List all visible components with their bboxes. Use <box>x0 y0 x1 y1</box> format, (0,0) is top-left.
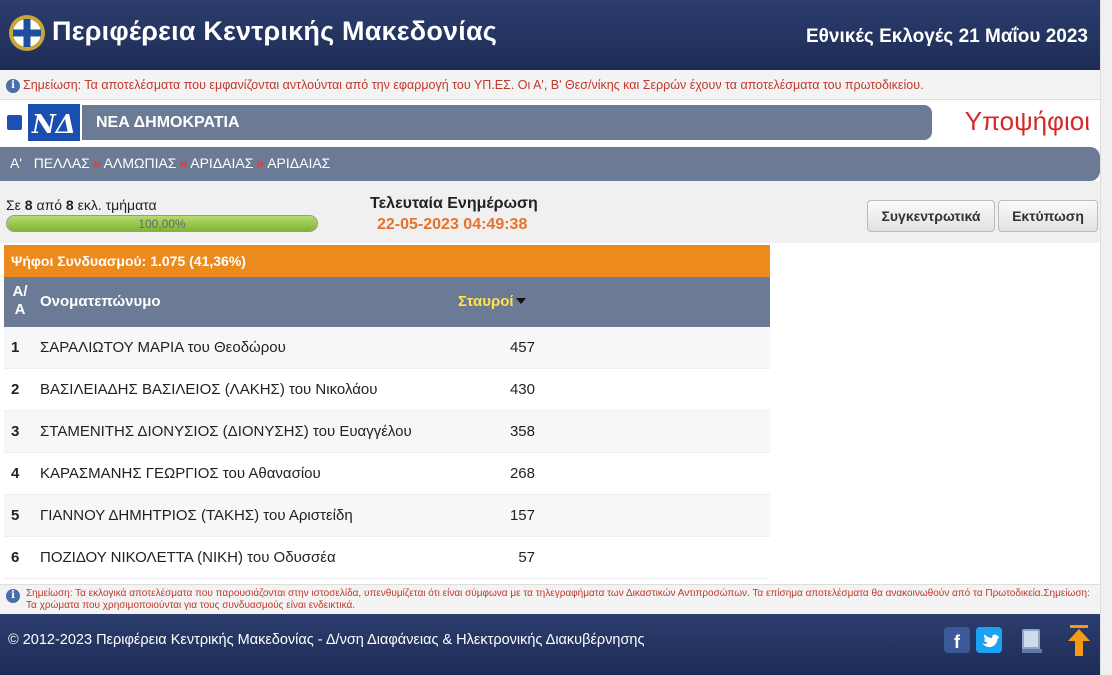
breadcrumb-separator: » <box>256 155 265 171</box>
candidate-votes: 57 <box>518 549 535 566</box>
table-row: 2 ΒΑΣΙΛΕΙΑΔΗΣ ΒΑΣΙΛΕΙΟΣ (ΛΑΚΗΣ) του Νικολ… <box>4 369 770 411</box>
table-row: 1 ΣΑΡΑΛΙΩΤΟΥ ΜΑΡΙΑ του Θεοδώρου 457 <box>4 327 770 369</box>
party-votes-summary: Ψήφοι Συνδυασμού: 1.075 (41,36%) <box>4 245 770 277</box>
top-notice-text: Σημείωση: Τα αποτελέσματα που εμφανίζοντ… <box>23 78 924 92</box>
precincts-counter: Σε 8 από 8 εκλ. τμήματα <box>6 197 157 213</box>
breadcrumb: Α' ΠΕΛΛΑΣ» ΑΛΜΩΠΙΑΣ» ΑΡΙΔΑΙΑΣ» ΑΡΙΔΑΙΑΣ <box>0 147 1100 181</box>
progress-label: 100,00% <box>138 217 186 231</box>
candidate-rank: 1 <box>11 339 20 356</box>
table-row: 6 ΠΟΖΙΔΟΥ ΝΙΚΟΛΕΤΤΑ (ΝΙΚΗ) του Οδυσσέα 57 <box>4 537 770 579</box>
candidate-name: ΒΑΣΙΛΕΙΑΔΗΣ ΒΑΣΙΛΕΙΟΣ (ΛΑΚΗΣ) του Νικολά… <box>40 381 378 398</box>
party-name: ΝΕΑ ΔΗΜΟΚΡΑΤΙΑ <box>96 114 240 131</box>
top-notice: i Σημείωση: Τα αποτελέσματα που εμφανίζον… <box>0 70 1100 100</box>
candidate-rank: 4 <box>11 465 20 482</box>
site-title[interactable]: Περιφέρεια Κεντρικής Μακεδονίας <box>52 16 497 47</box>
last-update-label: Τελευταία Ενημέρωση <box>370 195 538 212</box>
candidate-votes: 457 <box>509 339 535 356</box>
candidate-name: ΣΤΑΜΕΝΙΤΗΣ ΔΙΟΝΥΣΙΟΣ (ΔΙΟΝΥΣΗΣ) του Ευαγ… <box>40 423 412 440</box>
site-header: Περιφέρεια Κεντρικής Μακεδονίας Εθνικές … <box>0 0 1100 70</box>
progress-bar: 100,00% <box>6 215 318 232</box>
candidate-rank: 2 <box>11 381 20 398</box>
breadcrumb-separator: » <box>179 155 188 171</box>
candidate-name: ΚΑΡΑΣΜΑΝΗΣ ΓΕΩΡΓΙΟΣ του Αθανασίου <box>40 465 321 482</box>
party-name-bar: ΝΕΑ ΔΗΜΟΚΡΑΤΙΑ <box>82 105 932 140</box>
candidate-rank: 3 <box>11 423 20 440</box>
table-row: 4 ΚΑΡΑΣΜΑΝΗΣ ΓΕΩΡΓΙΟΣ του Αθανασίου 268 <box>4 453 770 495</box>
table-row: 5 ΓΙΑΝΝΟΥ ΔΗΜΗΤΡΙΟΣ (ΤΑΚΗΣ) του Αριστείδη… <box>4 495 770 537</box>
facebook-icon[interactable]: f <box>944 627 970 653</box>
last-update-time: 22-05-2023 04:49:38 <box>377 216 528 233</box>
info-icon: i <box>6 78 20 93</box>
breadcrumb-item[interactable]: ΑΡΙΔΑΙΑΣ <box>267 155 330 171</box>
twitter-icon[interactable] <box>976 627 1002 653</box>
candidate-name: ΠΟΖΙΔΟΥ ΝΙΚΟΛΕΤΤΑ (ΝΙΚΗ) του Οδυσσέα <box>40 549 336 566</box>
breadcrumb-item[interactable]: ΑΛΜΩΠΙΑΣ <box>104 155 177 171</box>
column-header-name: Ονοματεπώνυμο <box>40 293 161 310</box>
status-row: Σε 8 από 8 εκλ. τμήματα 100,00% Τελευταί… <box>0 181 1100 243</box>
book-icon[interactable] <box>1020 627 1044 655</box>
party-row: ΝΔ ΝΕΑ ΔΗΜΟΚΡΑΤΙΑ Υποψήφιοι <box>0 100 1100 146</box>
candidates-title: Υποψήφιοι <box>964 106 1090 136</box>
print-button[interactable]: Εκτύπωση <box>998 200 1098 232</box>
breadcrumb-item[interactable]: ΑΡΙΔΑΙΑΣ <box>190 155 253 171</box>
breadcrumb-separator: » <box>92 155 101 171</box>
bottom-notice-text: Σημείωση: Τα εκλογικά αποτελέσματα που π… <box>26 588 1090 611</box>
copyright-text: © 2012-2023 Περιφέρεια Κεντρικής Μακεδον… <box>8 632 645 648</box>
candidate-votes: 358 <box>509 423 535 440</box>
site-footer: © 2012-2023 Περιφέρεια Κεντρικής Μακεδον… <box>0 614 1100 675</box>
bottom-notice: i Σημείωση: Τα εκλογικά αποτελέσματα που… <box>0 584 1100 614</box>
party-color-swatch <box>7 115 22 130</box>
back-to-top-icon[interactable] <box>1066 624 1092 658</box>
breadcrumb-item[interactable]: ΠΕΛΛΑΣ <box>34 155 90 171</box>
breadcrumb-item[interactable]: Α' <box>10 155 22 171</box>
sort-desc-icon <box>515 297 526 304</box>
greek-emblem-icon <box>9 15 45 51</box>
party-logo-icon: ΝΔ <box>28 104 80 141</box>
candidate-votes: 430 <box>509 381 535 398</box>
candidate-name: ΓΙΑΝΝΟΥ ΔΗΜΗΤΡΙΟΣ (ΤΑΚΗΣ) του Αριστείδη <box>40 507 353 524</box>
candidates-table-body: 1 ΣΑΡΑΛΙΩΤΟΥ ΜΑΡΙΑ του Θεοδώρου 457 2 ΒΑΣΙΛΕ… <box>4 327 770 579</box>
svg-text:ΝΔ: ΝΔ <box>31 110 76 140</box>
table-row: 3 ΣΤΑΜΕΝΙΤΗΣ ΔΙΟΝΥΣΙΟΣ (ΔΙΟΝΥΣΗΣ) του Ευα… <box>4 411 770 453</box>
candidate-rank: 6 <box>11 549 20 566</box>
info-icon: i <box>6 589 20 603</box>
page-scrollbar[interactable] <box>1100 0 1112 675</box>
candidate-name: ΣΑΡΑΛΙΩΤΟΥ ΜΑΡΙΑ του Θεοδώρου <box>40 339 286 356</box>
election-title: Εθνικές Εκλογές 21 Μαΐου 2023 <box>805 26 1088 47</box>
svg-text:f: f <box>954 632 961 652</box>
table-header: Α/Α Ονοματεπώνυμο Σταυροί <box>4 277 770 327</box>
candidate-votes: 268 <box>509 465 535 482</box>
column-header-crosses[interactable]: Σταυροί <box>458 293 526 310</box>
page-frame: Περιφέρεια Κεντρικής Μακεδονίας Εθνικές … <box>0 0 1100 675</box>
summary-button[interactable]: Συγκεντρωτικά <box>867 200 995 232</box>
column-header-aa: Α/Α <box>12 283 28 318</box>
candidate-votes: 157 <box>509 507 535 524</box>
candidate-rank: 5 <box>11 507 20 524</box>
